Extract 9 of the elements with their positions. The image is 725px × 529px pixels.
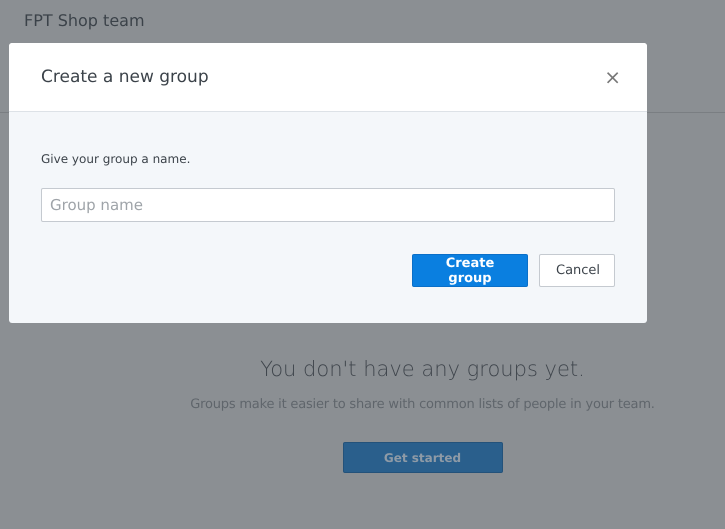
empty-state-heading: You don't have any groups yet. [260,357,585,381]
get-started-button[interactable]: Get started [342,442,502,473]
close-button[interactable]: × [604,65,621,89]
prompt-text: Give your group a name. [41,152,192,166]
dialog-title: Create a new group [41,67,209,87]
team-title: FPT Shop team [24,11,145,30]
group-name-field[interactable]: Group name [41,188,615,222]
create-group-button[interactable]: Create group [412,254,528,287]
cancel-button[interactable]: Cancel [539,254,615,287]
